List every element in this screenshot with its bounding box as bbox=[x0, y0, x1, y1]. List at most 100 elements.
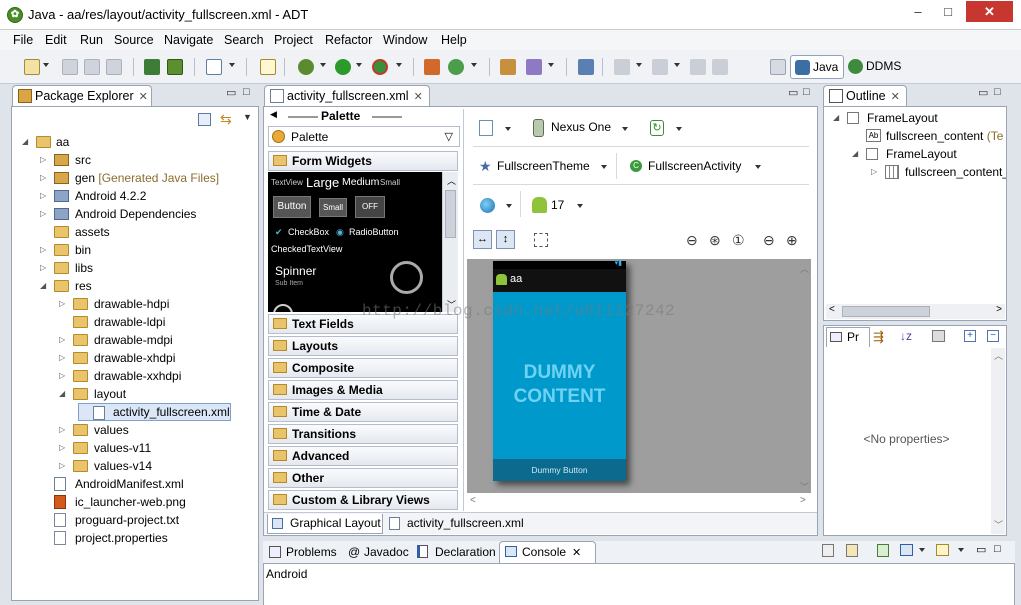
collapsed-icon[interactable]: ▷ bbox=[59, 331, 67, 349]
widget-medium-text[interactable]: Medium bbox=[342, 176, 379, 188]
save-all-icon[interactable] bbox=[84, 59, 100, 75]
zoom-out-icon[interactable]: ⊖ bbox=[763, 232, 775, 249]
tab-activity-fullscreen-xml[interactable]: activity_fullscreen.xml ✕ bbox=[264, 85, 430, 106]
collapsed-icon[interactable]: ▷ bbox=[40, 259, 48, 277]
minimize-button[interactable]: – bbox=[904, 1, 932, 22]
chevron-down-icon[interactable] bbox=[471, 63, 477, 67]
configuration-icon[interactable] bbox=[479, 120, 493, 136]
scroll-down-icon[interactable]: ﹀ bbox=[800, 480, 809, 493]
maximize-view-icon[interactable]: □ bbox=[994, 86, 1001, 98]
progress-spinner-small-icon[interactable] bbox=[273, 304, 293, 312]
menu-search[interactable]: Search bbox=[224, 33, 264, 47]
minimize-view-icon[interactable]: ▭ bbox=[978, 86, 988, 99]
open-perspective-icon[interactable] bbox=[770, 59, 786, 75]
zoom-in-icon[interactable]: ⊕ bbox=[786, 232, 798, 249]
chevron-down-icon[interactable] bbox=[43, 63, 49, 67]
chevron-down-icon[interactable] bbox=[622, 127, 628, 131]
avd-manager-icon[interactable] bbox=[167, 59, 183, 75]
collapsed-icon[interactable]: ▷ bbox=[40, 205, 48, 223]
palette-category-custom-library-views[interactable]: Custom & Library Views bbox=[268, 490, 458, 510]
chevron-down-icon[interactable] bbox=[548, 63, 554, 67]
collapsed-icon[interactable]: ▷ bbox=[59, 439, 67, 457]
new-class-icon[interactable] bbox=[448, 59, 464, 75]
collapsed-icon[interactable]: ▷ bbox=[59, 457, 67, 475]
progress-spinner-icon[interactable] bbox=[390, 261, 423, 294]
previous-annotation-icon[interactable] bbox=[652, 59, 668, 75]
maximize-view-icon[interactable]: □ bbox=[803, 86, 810, 98]
drag-handle[interactable] bbox=[372, 116, 402, 118]
expanded-icon[interactable]: ◢ bbox=[40, 277, 48, 295]
activity-selector[interactable]: FullscreenActivity bbox=[648, 159, 741, 173]
collapsed-icon[interactable]: ▷ bbox=[40, 241, 48, 259]
scroll-right-icon[interactable]: > bbox=[996, 304, 1002, 315]
tab-console[interactable]: Console ✕ bbox=[499, 541, 596, 563]
collapse-all-icon[interactable]: − bbox=[987, 330, 999, 342]
print-icon[interactable] bbox=[106, 59, 122, 75]
chevron-down-icon[interactable] bbox=[755, 165, 761, 169]
show-all-views-icon[interactable] bbox=[534, 233, 548, 247]
ddms-perspective-button[interactable]: DDMS bbox=[844, 55, 906, 79]
tab-properties[interactable]: Pr bbox=[826, 327, 870, 347]
rotate-icon[interactable]: ↻ bbox=[650, 120, 664, 136]
chevron-left-icon[interactable]: ◀ bbox=[270, 109, 277, 120]
chevron-down-icon[interactable] bbox=[320, 63, 326, 67]
widget-small-button[interactable]: Small bbox=[319, 198, 347, 217]
tree-item-activity-fullscreen-xml[interactable]: activity_fullscreen.xml bbox=[78, 403, 231, 421]
close-button[interactable]: ✕ bbox=[966, 1, 1013, 22]
minimize-view-icon[interactable]: ▭ bbox=[226, 86, 236, 99]
last-edit-location-icon[interactable] bbox=[690, 59, 706, 75]
widget-checkbox[interactable]: CheckBox bbox=[288, 227, 329, 237]
tab-outline[interactable]: Outline ✕ bbox=[823, 85, 907, 106]
scroll-up-icon[interactable]: ︿ bbox=[447, 174, 456, 187]
minimize-view-icon[interactable]: ▭ bbox=[788, 86, 798, 99]
menu-edit[interactable]: Edit bbox=[45, 33, 67, 47]
new-java-package-icon[interactable] bbox=[424, 59, 440, 75]
filter-icon[interactable]: ⇶ bbox=[873, 329, 884, 345]
collapsed-icon[interactable]: ▷ bbox=[40, 187, 48, 205]
collapsed-icon[interactable]: ▷ bbox=[59, 367, 67, 385]
scroll-down-icon[interactable]: ﹀ bbox=[994, 518, 1003, 531]
scrollbar-thumb[interactable] bbox=[445, 190, 456, 238]
display-console-icon[interactable] bbox=[900, 544, 913, 556]
drag-handle[interactable] bbox=[288, 116, 318, 118]
scroll-up-icon[interactable]: ︿ bbox=[994, 349, 1003, 362]
palette-category-transitions[interactable]: Transitions bbox=[268, 424, 458, 444]
layout-canvas[interactable]: ▾▮ aa DUMMY CONTENT Dummy Button bbox=[467, 259, 811, 493]
new-android-project-icon[interactable] bbox=[260, 59, 276, 75]
zoom-fit-icon[interactable]: ⊛ bbox=[709, 232, 721, 249]
run-icon[interactable] bbox=[335, 59, 351, 75]
dummy-button[interactable]: Dummy Button bbox=[493, 459, 626, 481]
menu-run[interactable]: Run bbox=[80, 33, 103, 47]
menu-file[interactable]: File bbox=[13, 33, 33, 47]
collapsed-icon[interactable]: ▷ bbox=[59, 349, 67, 367]
expanded-icon[interactable]: ◢ bbox=[833, 109, 841, 127]
widget-checkedtextview[interactable]: CheckedTextView bbox=[271, 244, 342, 254]
widget-radiobutton[interactable]: RadioButton bbox=[349, 227, 399, 237]
device-preview[interactable]: ▾▮ aa DUMMY CONTENT Dummy Button bbox=[493, 260, 626, 481]
widget-spinner[interactable]: Spinner bbox=[275, 264, 316, 278]
new-icon[interactable] bbox=[24, 59, 40, 75]
java-perspective-button[interactable]: Java bbox=[790, 55, 845, 79]
collapsed-icon[interactable]: ▷ bbox=[40, 151, 48, 169]
lint-icon[interactable] bbox=[206, 59, 222, 75]
chevron-down-icon[interactable] bbox=[506, 204, 512, 208]
api-level-selector[interactable]: 17 bbox=[551, 198, 564, 212]
android-sdk-manager-icon[interactable] bbox=[144, 59, 160, 75]
collapsed-icon[interactable]: ▷ bbox=[59, 421, 67, 439]
chevron-down-icon[interactable]: ▽ bbox=[445, 130, 453, 143]
scroll-lock-icon[interactable] bbox=[846, 544, 858, 557]
expanded-icon[interactable]: ◢ bbox=[852, 145, 860, 163]
menu-source[interactable]: Source bbox=[114, 33, 154, 47]
zoom-actual-icon[interactable]: ① bbox=[732, 232, 745, 249]
chevron-down-icon[interactable] bbox=[577, 204, 583, 208]
palette-category-composite[interactable]: Composite bbox=[268, 358, 458, 378]
outline-item-fullscreen-content-controls[interactable]: ▷ fullscreen_content_ bbox=[871, 163, 1006, 181]
close-icon[interactable]: ✕ bbox=[414, 91, 423, 103]
widget-small-text[interactable]: Small bbox=[380, 178, 400, 187]
external-tools-icon[interactable] bbox=[372, 59, 388, 75]
collapsed-icon[interactable]: ▷ bbox=[871, 163, 879, 181]
close-icon[interactable]: ✕ bbox=[891, 91, 900, 103]
chevron-down-icon[interactable] bbox=[676, 127, 682, 131]
collapse-all-icon[interactable] bbox=[198, 113, 211, 126]
chevron-down-icon[interactable] bbox=[674, 63, 680, 67]
